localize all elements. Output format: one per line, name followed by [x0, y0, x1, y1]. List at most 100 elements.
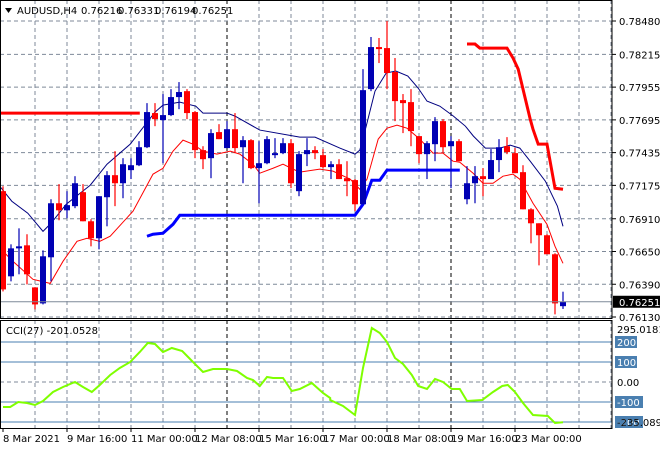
- candle-body: [392, 72, 398, 102]
- candle-body: [232, 129, 238, 149]
- price-tick-label: 0.78480: [619, 17, 660, 28]
- time-label: 15 Mar 16:00: [259, 434, 326, 445]
- bearish-candle: [192, 111, 198, 159]
- bullish-candle: [96, 196, 102, 250]
- candle-body: [56, 203, 62, 211]
- candle-body: [152, 113, 158, 120]
- bearish-candle: [344, 161, 350, 197]
- bullish-candle: [296, 151, 302, 197]
- candle-body: [264, 139, 270, 164]
- candle-body: [224, 129, 230, 149]
- candle-body: [336, 164, 342, 180]
- candle-body: [464, 183, 470, 200]
- collapse-triangle-icon[interactable]: [5, 8, 12, 13]
- bearish-candle: [392, 58, 398, 122]
- candle-body: [24, 245, 30, 275]
- candle-body: [552, 254, 558, 304]
- candle-body: [144, 112, 150, 148]
- main-panel-border: [0, 0, 613, 319]
- candle-body: [240, 140, 246, 148]
- candle-body: [560, 301, 566, 307]
- price-tick-label: 0.76650: [619, 248, 660, 259]
- bearish-candle: [512, 148, 518, 174]
- bullish-candle: [48, 199, 54, 282]
- time-label: 18 Mar 08:00: [387, 434, 454, 445]
- bearish-candle: [376, 38, 382, 64]
- bearish-candle: [24, 234, 30, 285]
- bearish-candle: [456, 139, 462, 162]
- bullish-candle: [432, 117, 438, 162]
- candle-body: [88, 221, 94, 239]
- candle-body: [192, 112, 198, 151]
- bullish-candle: [120, 158, 126, 199]
- bearish-candle: [184, 89, 190, 120]
- candle-body: [328, 164, 334, 168]
- candle-body: [376, 47, 382, 50]
- bullish-candle: [360, 69, 366, 205]
- bullish-candle: [40, 250, 46, 305]
- candle-body: [296, 154, 302, 192]
- candle-body: [472, 176, 478, 184]
- bearish-candle: [352, 179, 358, 212]
- candle-body: [360, 90, 366, 205]
- candle-body: [400, 100, 406, 104]
- bearish-candle: [232, 113, 238, 154]
- candle-body: [64, 205, 70, 211]
- ohlc-high: 0.76331: [118, 6, 159, 17]
- candle-body: [80, 192, 86, 222]
- ohlc-open: 0.76216: [81, 6, 122, 17]
- candle-body: [48, 203, 54, 258]
- bearish-candle: [408, 89, 414, 147]
- bearish-candle: [320, 149, 326, 169]
- bearish-candle: [88, 219, 94, 247]
- bullish-candle: [424, 141, 430, 180]
- candle-body: [496, 147, 502, 161]
- candle-body: [320, 155, 326, 168]
- price-chart[interactable]: 0.78480 0.78215 0.77955 0.77695 0.77435 0.771…: [0, 0, 660, 450]
- time-label: 11 Mar 00:00: [131, 434, 198, 445]
- price-tick-label: 0.77955: [619, 83, 660, 94]
- price-tick-label: 0.77175: [619, 181, 660, 192]
- cci-level-label: 0.00: [617, 378, 639, 389]
- bullish-candle: [368, 36, 374, 92]
- candle-body: [432, 121, 438, 145]
- candle-body: [288, 143, 294, 184]
- bullish-candle: [560, 291, 566, 309]
- candle-body: [120, 164, 126, 184]
- cci-label: CCI(27) -201.0528: [6, 326, 98, 337]
- bullish-candle: [472, 166, 478, 204]
- bullish-candle: [448, 136, 454, 189]
- candle-body: [536, 223, 542, 236]
- bearish-candle: [288, 139, 294, 189]
- bearish-candle: [528, 208, 534, 244]
- ohlc-close: 0.76251: [192, 6, 233, 17]
- bearish-candle: [480, 168, 486, 197]
- bearish-candle: [384, 21, 390, 90]
- bearish-candle: [440, 119, 446, 154]
- candle-body: [8, 248, 14, 277]
- indicator-overlays: [0, 42, 564, 284]
- bearish-candle: [544, 234, 550, 255]
- candle-body: [248, 140, 254, 169]
- cci-level-label: -100: [617, 398, 640, 409]
- symbol-label: AUDUSD,H4: [17, 6, 77, 17]
- price-tick-label: 0.78215: [619, 50, 660, 61]
- time-label: 9 Mar 16:00: [67, 434, 127, 445]
- bearish-candle: [216, 124, 222, 140]
- candle-body: [480, 176, 486, 180]
- cci-panel: [0, 326, 612, 425]
- bullish-candle: [240, 136, 246, 184]
- candle-body: [72, 183, 78, 207]
- candle-body: [352, 180, 358, 205]
- candle-body: [440, 121, 446, 148]
- time-label: 8 Mar 2021: [3, 434, 60, 445]
- candle-body: [528, 209, 534, 224]
- cci-level-label: 100: [617, 358, 636, 369]
- bullish-candle: [144, 103, 150, 149]
- bullish-candle: [464, 166, 470, 205]
- bullish-candle: [304, 138, 310, 167]
- candle-body: [168, 97, 174, 116]
- candle-body: [160, 115, 166, 121]
- bullish-candle: [168, 89, 174, 117]
- candle-body: [424, 143, 430, 155]
